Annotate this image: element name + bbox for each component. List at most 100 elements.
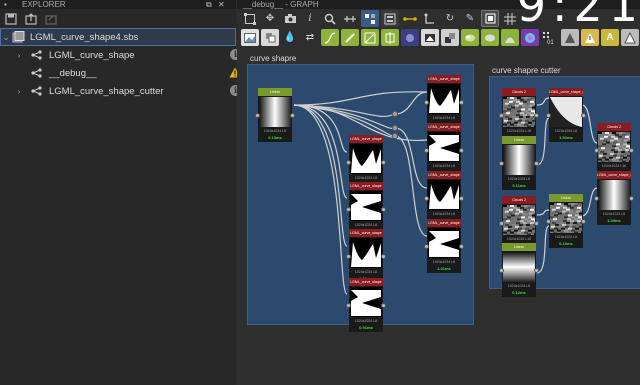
move-icon[interactable]: ✥ xyxy=(261,10,279,27)
grid-icon[interactable] xyxy=(501,10,519,27)
graph-node[interactable]: Linear 1024x1024 L8 0.11ms xyxy=(499,136,539,190)
input-port[interactable] xyxy=(424,148,429,153)
input-port[interactable] xyxy=(346,160,351,165)
tree-item-graph[interactable]: __debug__ xyxy=(0,64,250,82)
output-port[interactable] xyxy=(581,113,586,118)
input-port[interactable] xyxy=(499,161,504,166)
number-icon[interactable]: 01 xyxy=(541,29,559,46)
camera-icon[interactable] xyxy=(281,10,299,27)
curve-icon[interactable] xyxy=(321,29,339,46)
bitmap-icon[interactable] xyxy=(241,29,259,46)
input-port[interactable] xyxy=(499,113,504,118)
output-port[interactable] xyxy=(534,221,539,226)
input-port[interactable] xyxy=(346,207,351,212)
export-icon[interactable] xyxy=(24,12,38,26)
search-icon[interactable] xyxy=(321,10,339,27)
graph-node[interactable]: Linear 1024x1024 L8 0.10ms xyxy=(546,194,586,262)
comment-icon[interactable] xyxy=(401,10,419,27)
output-port[interactable] xyxy=(381,160,386,165)
align-icon[interactable] xyxy=(361,10,379,27)
input-port[interactable] xyxy=(546,113,551,118)
blend-icon[interactable] xyxy=(441,29,459,46)
frame-icon[interactable] xyxy=(241,10,259,27)
link-icon[interactable] xyxy=(341,10,359,27)
graph-node[interactable]: Linear 1024x1024 L8 0.13ms xyxy=(255,88,295,142)
output-port[interactable] xyxy=(459,244,464,249)
graph-node[interactable]: LGML_curve_shape1024x1024 L80.94ms xyxy=(346,182,386,236)
graph-node[interactable]: LGML_curve_shape1024x1024 L81.06ms xyxy=(346,229,386,283)
levels-icon[interactable] xyxy=(421,29,439,46)
close-icon[interactable]: ✕ xyxy=(218,0,225,9)
graph-node[interactable]: LGML_curve_shape_cutter 1024x1024 L8 1.52m… xyxy=(546,88,586,142)
gradient-icon[interactable] xyxy=(361,29,379,46)
settings-icon[interactable]: ✎ xyxy=(461,10,479,27)
input-port[interactable] xyxy=(499,268,504,273)
output-port[interactable] xyxy=(629,148,634,153)
shape-icon[interactable] xyxy=(621,29,639,46)
graph-node[interactable]: LGML_curve_shape1024x1024 L80.98ms xyxy=(424,171,464,225)
fill-icon[interactable]: 💧 xyxy=(281,29,299,46)
noise-icon[interactable] xyxy=(461,29,479,46)
output-port[interactable] xyxy=(381,303,386,308)
swap-icon[interactable]: ⇄ xyxy=(301,29,319,46)
pin-icon[interactable] xyxy=(421,10,439,27)
input-port[interactable] xyxy=(594,148,599,153)
tree-item-package[interactable]: ⌄ LGML_curve_shape4.sbs xyxy=(0,28,236,46)
output-port[interactable] xyxy=(581,219,586,224)
input-port[interactable] xyxy=(255,113,260,118)
warp-icon[interactable] xyxy=(561,29,579,46)
panel-grip-icon[interactable]: ▪ xyxy=(4,0,7,9)
graph-node[interactable]: Clouds 21024x1024 L1619.40ms xyxy=(594,123,634,191)
output-port[interactable] xyxy=(534,268,539,273)
hsl-icon[interactable] xyxy=(501,29,519,46)
input-port[interactable] xyxy=(346,303,351,308)
info-icon[interactable]: i xyxy=(301,10,319,27)
graph-node[interactable]: Clouds 21024x1024 L1620.51ms xyxy=(499,88,539,156)
output-port[interactable] xyxy=(381,254,386,259)
float-icon[interactable]: ⧉ xyxy=(206,0,212,9)
graph-node[interactable]: LGML_curve_shape 1024x1024 L8 1.01ms xyxy=(424,219,464,273)
redo-icon[interactable]: ↻ xyxy=(441,10,459,27)
paint-icon[interactable] xyxy=(341,29,359,46)
import-icon[interactable] xyxy=(44,12,58,26)
graph-node[interactable]: LGML_curve_shape1024x1024 L81.31ms xyxy=(424,75,464,129)
input-port[interactable] xyxy=(499,221,504,226)
grayscale-icon[interactable] xyxy=(481,29,499,46)
input-port[interactable] xyxy=(424,100,429,105)
output-port[interactable] xyxy=(534,113,539,118)
output-port[interactable] xyxy=(629,196,634,201)
input-port[interactable] xyxy=(546,219,551,224)
graph-node[interactable]: LGML_curve_shape1024x1024 L81.27ms xyxy=(424,123,464,177)
graph-node[interactable]: LGML_curve_shape1024x1024 L81.13ms xyxy=(346,135,386,189)
output-port[interactable] xyxy=(290,113,295,118)
pattern-icon[interactable] xyxy=(261,29,279,46)
text-icon[interactable]: A xyxy=(601,29,619,46)
input-port[interactable] xyxy=(346,254,351,259)
tree-item-graph[interactable]: › LGML_curve_shape_cutter i xyxy=(0,82,250,100)
input-port[interactable] xyxy=(424,244,429,249)
output-port[interactable] xyxy=(459,148,464,153)
channels-icon[interactable] xyxy=(521,29,539,46)
graph-canvas[interactable]: curve shapre curve shapre cutter Linear … xyxy=(237,48,640,385)
input-port[interactable] xyxy=(594,196,599,201)
output-port[interactable] xyxy=(381,207,386,212)
view-icon[interactable] xyxy=(481,10,499,27)
output-port[interactable] xyxy=(459,196,464,201)
chevron-right-icon[interactable]: › xyxy=(14,51,24,60)
tree-item-graph[interactable]: › LGML_curve_shape i xyxy=(0,46,250,64)
blur-icon[interactable] xyxy=(401,29,419,46)
graph-node[interactable]: Clouds 21024x1024 L1618.87ms xyxy=(499,196,539,264)
layout-icon[interactable] xyxy=(381,10,399,27)
transform-icon[interactable] xyxy=(381,29,399,46)
save-icon[interactable] xyxy=(4,12,18,26)
output-port[interactable] xyxy=(534,161,539,166)
chevron-down-icon[interactable]: ⌄ xyxy=(1,33,11,42)
graph-node[interactable]: LGML_curve_shape 1024x1024 L8 0.91ms xyxy=(346,278,386,332)
chevron-right-icon[interactable]: › xyxy=(14,87,24,96)
normal-icon[interactable] xyxy=(581,29,599,46)
input-port[interactable] xyxy=(424,196,429,201)
graph-node[interactable]: Linear 1024x1024 L8 0.12ms xyxy=(499,243,539,297)
node-thumbnail xyxy=(350,191,382,221)
output-port[interactable] xyxy=(459,100,464,105)
graph-node[interactable]: LGML_curve_shape_cutter 1024x1024 L8 1.49m… xyxy=(594,171,634,225)
